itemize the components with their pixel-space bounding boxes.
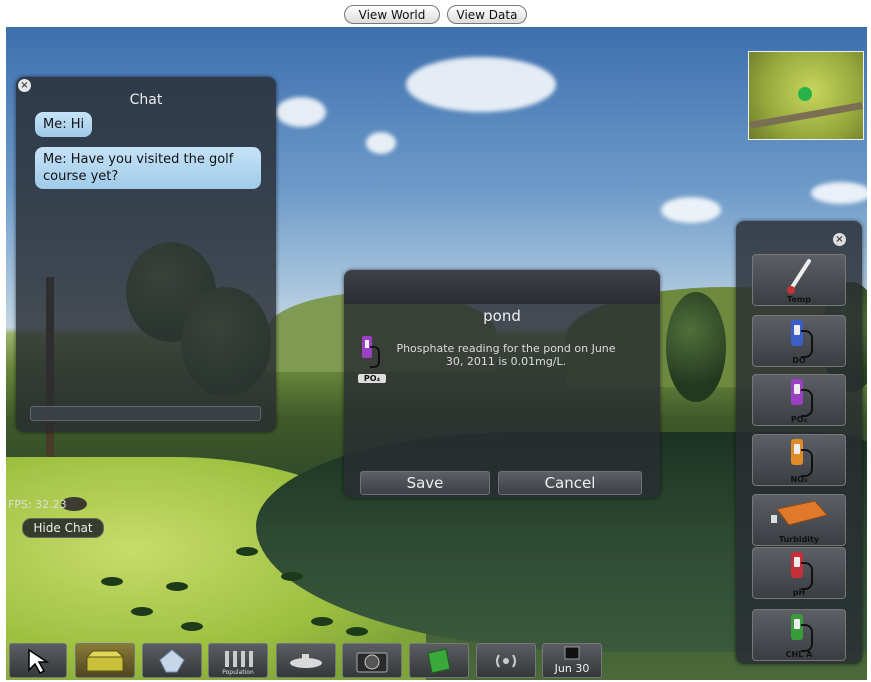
instrument-temp[interactable]: Temp <box>752 254 846 306</box>
hide-chat-button[interactable]: Hide Chat <box>22 518 104 538</box>
population-tool-button[interactable]: Population <box>208 643 268 678</box>
turbidity-meter-icon <box>771 500 828 526</box>
reading-dialog: pond PO₄ Phosphate reading for the pond … <box>344 270 660 498</box>
dialog-title: pond <box>483 307 521 325</box>
instrument-chl-a[interactable]: CHL A <box>752 609 846 661</box>
instrument-turbidity[interactable]: Turbidity <box>752 494 846 546</box>
dialog-header <box>344 270 660 304</box>
close-icon[interactable]: × <box>833 233 846 246</box>
minimap[interactable] <box>748 51 864 140</box>
cloud <box>406 57 556 112</box>
crystal-icon <box>159 648 185 672</box>
instrument-label: Temp <box>787 295 811 304</box>
thermometer-icon <box>787 259 811 294</box>
probe-cord <box>801 389 813 417</box>
view-world-button[interactable]: View World <box>344 5 440 24</box>
tree <box>666 292 726 402</box>
instrument-no3[interactable]: NO₃ <box>752 434 846 486</box>
clover-plant <box>311 617 333 626</box>
notebook-icon <box>427 647 451 674</box>
clover-plant <box>131 607 153 616</box>
cloud <box>661 197 721 223</box>
instrument-label: CHL A <box>785 650 813 659</box>
chat-panel: × Chat Me: Hi Me: Have you visited the g… <box>16 77 276 432</box>
pointer-tool-button[interactable] <box>9 643 67 678</box>
calendar-icon <box>564 646 580 660</box>
fps-counter: FPS: 32.23 <box>8 498 67 511</box>
instrument-label: NO₃ <box>790 475 808 484</box>
reading-message: Phosphate reading for the pond on June 3… <box>396 342 616 368</box>
submarine-tool-button[interactable] <box>276 643 336 678</box>
calendar-date: Jun 30 <box>554 662 590 675</box>
cloud <box>366 132 396 154</box>
instrument-label: pH <box>792 588 806 597</box>
clover-plant <box>236 547 258 556</box>
close-icon[interactable]: × <box>18 79 31 92</box>
notebook-tool-button[interactable] <box>409 643 469 678</box>
probe-label: PO₄ <box>358 374 386 383</box>
chat-input[interactable] <box>30 406 261 421</box>
clover-plant <box>166 582 188 591</box>
crystal-tool-button[interactable] <box>142 643 202 678</box>
instrument-ph[interactable]: pH <box>752 547 846 599</box>
clover-plant <box>101 577 123 586</box>
minimap-road <box>749 102 863 129</box>
camera-tool-button[interactable] <box>342 643 402 678</box>
save-button[interactable]: Save <box>360 471 490 495</box>
population-label: Population <box>222 669 254 676</box>
broadcast-icon <box>496 653 516 668</box>
clover-plant <box>346 627 368 636</box>
player-location-marker <box>798 87 812 101</box>
clover-plant <box>281 572 303 581</box>
field-kit-button[interactable] <box>75 643 135 678</box>
probe-cord <box>801 449 813 477</box>
probe-cord <box>801 562 813 590</box>
cursor-arrow-icon <box>28 648 50 674</box>
instrument-panel: × Temp DO PO₄ NO₃ Turbidity pH CHL A <box>736 221 862 664</box>
cloud <box>811 182 867 204</box>
submarine-icon <box>290 653 322 668</box>
probe-cord <box>801 330 813 358</box>
view-data-button[interactable]: View Data <box>447 5 527 24</box>
chat-message: Me: Have you visited the golf course yet… <box>35 147 261 189</box>
calendar-tool-button[interactable]: Jun 30 <box>542 643 602 678</box>
chat-title: Chat <box>129 92 163 108</box>
field-kit-icon <box>85 650 125 671</box>
phosphate-probe-icon: PO₄ <box>358 336 386 386</box>
clover-plant <box>181 622 203 631</box>
instrument-label: Turbidity <box>778 535 820 544</box>
camera-icon <box>356 652 388 672</box>
instrument-label: PO₄ <box>790 415 808 424</box>
cancel-button[interactable]: Cancel <box>498 471 642 495</box>
probe-cord <box>801 624 813 652</box>
cloud <box>276 97 326 127</box>
instrument-po4[interactable]: PO₄ <box>752 374 846 426</box>
top-bar: View World View Data <box>0 0 871 27</box>
instrument-label: DO <box>792 356 806 365</box>
instrument-do[interactable]: DO <box>752 315 846 367</box>
broadcast-tool-button[interactable] <box>476 643 536 678</box>
chat-message: Me: Hi <box>35 112 93 137</box>
